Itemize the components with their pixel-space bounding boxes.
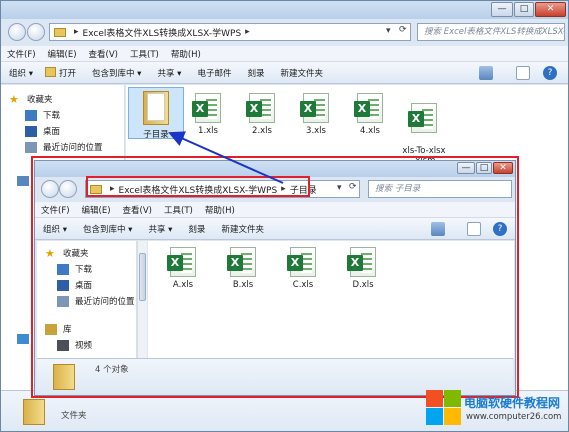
windows-logo-icon <box>426 390 462 426</box>
watermark: 电脑软硬件教程网 www.computer26.com <box>424 388 569 432</box>
annotation-arrow <box>168 131 284 184</box>
computer-icon <box>17 176 29 186</box>
watermark-url: www.computer26.com <box>466 412 562 422</box>
watermark-title: 电脑软硬件教程网 <box>464 396 561 410</box>
network-icon <box>17 334 29 344</box>
